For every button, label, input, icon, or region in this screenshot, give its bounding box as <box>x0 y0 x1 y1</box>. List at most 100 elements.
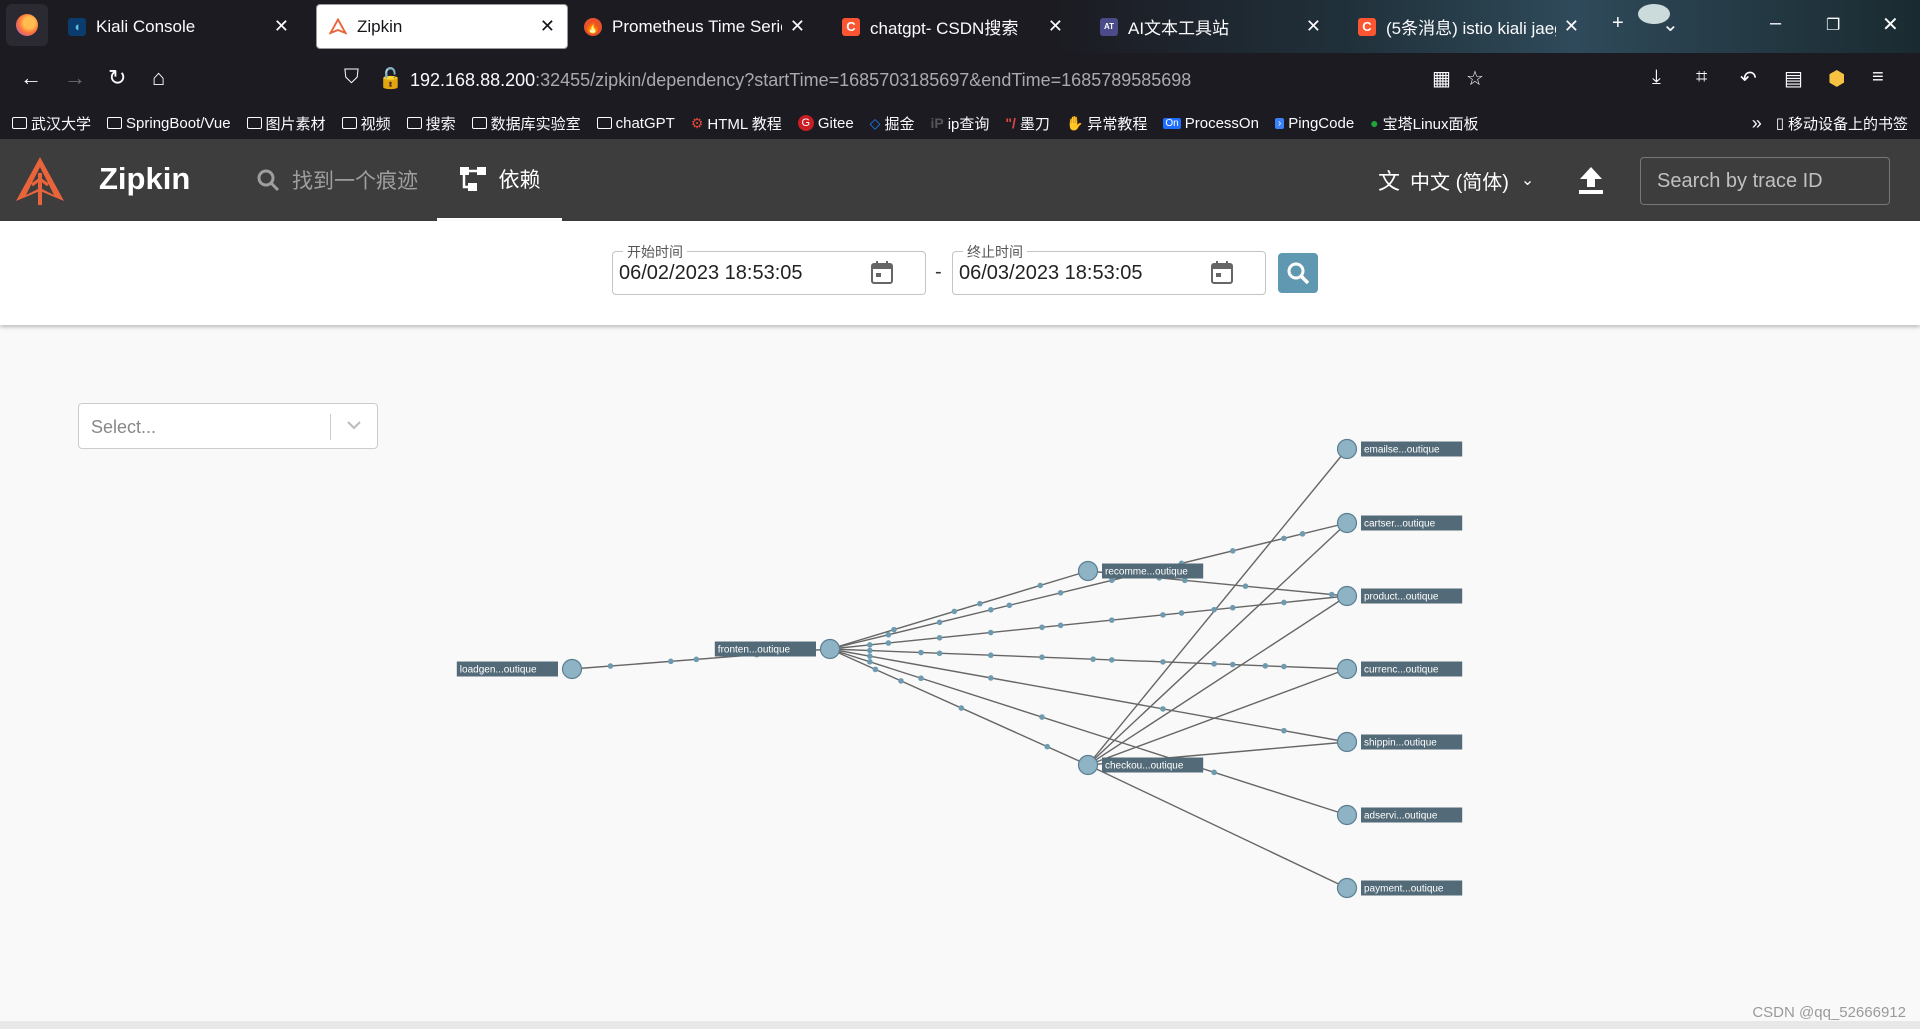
service-node-ad[interactable]: adservi...outique <box>1336 804 1463 826</box>
start-time-picker[interactable]: 开始时间 06/02/2023 18:53:05 <box>612 242 926 295</box>
service-node-frontend[interactable]: fronten...outique <box>714 638 841 660</box>
tab-csdn-search[interactable]: C chatgpt- CSDN搜索 ✕ <box>830 4 1075 49</box>
close-tab-icon[interactable]: ✕ <box>1564 16 1579 37</box>
dependency-edge-frontend-recommendation[interactable] <box>829 570 1089 650</box>
service-node-currency[interactable]: currenc...outique <box>1336 658 1463 680</box>
dependency-edge-frontend-ad[interactable] <box>829 648 1348 816</box>
traffic-dot <box>936 619 943 626</box>
service-node-shipping[interactable]: shippin...outique <box>1336 731 1463 753</box>
calendar-icon[interactable] <box>871 260 893 284</box>
service-node-loadgen[interactable]: loadgen...outique <box>456 658 583 680</box>
service-node-cart[interactable]: cartser...outique <box>1336 512 1463 534</box>
back-icon[interactable]: ← <box>20 65 42 91</box>
service-node-recommendation[interactable]: recomme...outique <box>1077 560 1204 582</box>
close-tab-icon[interactable]: ✕ <box>1048 16 1063 37</box>
bookmark-link[interactable]: G Gitee <box>797 115 854 132</box>
service-node-circle[interactable] <box>1077 754 1099 776</box>
new-tab-icon[interactable]: + <box>1612 12 1624 35</box>
dependency-graph[interactable]: loadgen...outique fronten...outique recomm… <box>0 325 1920 1015</box>
dependency-edge-checkout-payment[interactable] <box>1087 764 1348 889</box>
bookmark-folder[interactable]: 数据库实验室 <box>471 113 581 134</box>
extension-icon[interactable]: ⬢ <box>1828 66 1845 91</box>
bookmark-link[interactable]: "/墨刀 <box>1005 113 1050 134</box>
service-node-circle[interactable] <box>1336 658 1358 680</box>
service-node-label: cartser...outique <box>1364 519 1436 530</box>
language-selector[interactable]: 文 中文 (简体) ⌄ <box>1378 139 1534 221</box>
qr-code-icon[interactable]: ▦ <box>1432 66 1451 91</box>
dependency-edge-checkout-product[interactable] <box>1087 595 1348 766</box>
bookmark-folder[interactable]: 武汉大学 <box>12 113 91 134</box>
tab-kiali-console[interactable]: ◖ Kiali Console ✕ <box>56 4 301 49</box>
home-icon[interactable]: ⌂ <box>152 65 165 91</box>
service-node-circle[interactable] <box>1336 585 1358 607</box>
app-menu-icon[interactable]: ≡ <box>1872 66 1884 89</box>
end-time-value[interactable]: 06/03/2023 18:53:05 <box>959 262 1143 285</box>
bookmark-folder[interactable]: chatGPT <box>596 115 675 132</box>
sidebar-icon[interactable]: ▤ <box>1784 66 1803 91</box>
firefox-menu-button[interactable] <box>6 4 48 46</box>
end-time-picker[interactable]: 终止时间 06/03/2023 18:53:05 <box>952 242 1266 295</box>
tab-ai-tools[interactable]: AT AI文本工具站 ✕ <box>1088 4 1333 49</box>
undo-icon[interactable]: ↶ <box>1740 66 1757 91</box>
nav-dependencies[interactable]: 依赖 <box>437 139 562 221</box>
bookmark-folder[interactable]: SpringBoot/Vue <box>107 115 231 132</box>
bookmark-link[interactable]: iP ip查询 <box>930 113 989 134</box>
bookmark-link[interactable]: › PingCode <box>1274 115 1354 132</box>
shield-icon[interactable]: ⛉ <box>344 66 359 89</box>
service-node-circle[interactable] <box>1336 731 1358 753</box>
service-node-circle[interactable] <box>1077 560 1099 582</box>
zipkin-logo-icon[interactable] <box>14 155 66 207</box>
reload-icon[interactable]: ↻ <box>108 65 126 91</box>
upload-icon[interactable] <box>1576 165 1606 195</box>
restore-window-icon[interactable]: ❐ <box>1826 15 1840 35</box>
bookmark-folder[interactable]: 视频 <box>341 113 391 134</box>
folder-icon <box>12 117 27 129</box>
bookmark-link[interactable]: ◇ 掘金 <box>870 113 915 134</box>
forward-icon[interactable]: → <box>64 65 86 91</box>
service-node-circle[interactable] <box>1336 804 1358 826</box>
zipkin-brand[interactable]: Zipkin <box>99 161 190 197</box>
nav-find-trace[interactable]: 找到一个痕迹 <box>256 139 418 221</box>
bookmark-folder[interactable]: 图片素材 <box>246 113 326 134</box>
dependency-edge-checkout-cart[interactable] <box>1087 522 1348 766</box>
minimize-window-icon[interactable]: – <box>1770 12 1781 35</box>
bookmark-link[interactable]: ⚙ HTML 教程 <box>691 113 782 134</box>
bookmark-link[interactable]: ✋ 异常教程 <box>1066 113 1147 134</box>
bookmark-link[interactable]: ● 宝塔Linux面板 <box>1370 113 1478 134</box>
tab-prometheus[interactable]: 🔥 Prometheus Time Series C ✕ <box>572 4 817 49</box>
bookmark-link[interactable]: On ProcessOn <box>1163 115 1259 132</box>
service-node-circle[interactable] <box>819 638 841 660</box>
screenshot-crop-icon[interactable]: ⌗ <box>1696 66 1707 89</box>
bookmarks-overflow-icon[interactable]: » <box>1752 113 1762 134</box>
service-node-payment[interactable]: payment...outique <box>1336 877 1463 899</box>
list-all-tabs-icon[interactable]: ⌄ <box>1662 12 1679 37</box>
dependency-edge-frontend-shipping[interactable] <box>829 648 1348 743</box>
service-node-email[interactable]: emailse...outique <box>1336 438 1463 460</box>
insecure-lock-icon[interactable]: 🔓 <box>378 66 403 91</box>
close-window-icon[interactable]: ✕ <box>1882 12 1899 37</box>
dependency-edge-frontend-cart[interactable] <box>829 522 1348 650</box>
bookmark-folder[interactable]: 搜索 <box>406 113 456 134</box>
url-host: 192.168.88.200 <box>410 69 536 90</box>
close-tab-icon[interactable]: ✕ <box>274 16 289 37</box>
close-tab-icon[interactable]: ✕ <box>1306 16 1321 37</box>
search-dependencies-button[interactable] <box>1278 253 1318 293</box>
url-bar[interactable]: 192.168.88.200:32455/zipkin/dependency?s… <box>410 62 1290 98</box>
service-node-circle[interactable] <box>561 658 583 680</box>
dependency-edge-frontend-product[interactable] <box>829 595 1348 650</box>
tab-csdn-article[interactable]: C (5条消息) istio kiali jaeger ✕ <box>1346 4 1591 49</box>
calendar-icon[interactable] <box>1211 260 1233 284</box>
service-node-product[interactable]: product...outique <box>1336 585 1463 607</box>
downloads-icon[interactable]: ⤓ <box>1652 66 1661 89</box>
mobile-bookmarks-link[interactable]: 移动设备上的书签 <box>1788 113 1908 134</box>
close-tab-icon[interactable]: ✕ <box>790 16 805 37</box>
start-time-value[interactable]: 06/02/2023 18:53:05 <box>619 262 803 285</box>
service-node-circle[interactable] <box>1336 512 1358 534</box>
bookmark-star-icon[interactable]: ☆ <box>1466 66 1484 91</box>
close-tab-icon[interactable]: ✕ <box>540 16 555 37</box>
service-node-circle[interactable] <box>1336 877 1358 899</box>
dependency-edge-frontend-currency[interactable] <box>829 648 1348 670</box>
tab-zipkin[interactable]: Zipkin ✕ <box>316 4 568 49</box>
trace-id-search-input[interactable] <box>1640 157 1890 205</box>
service-node-circle[interactable] <box>1336 438 1358 460</box>
